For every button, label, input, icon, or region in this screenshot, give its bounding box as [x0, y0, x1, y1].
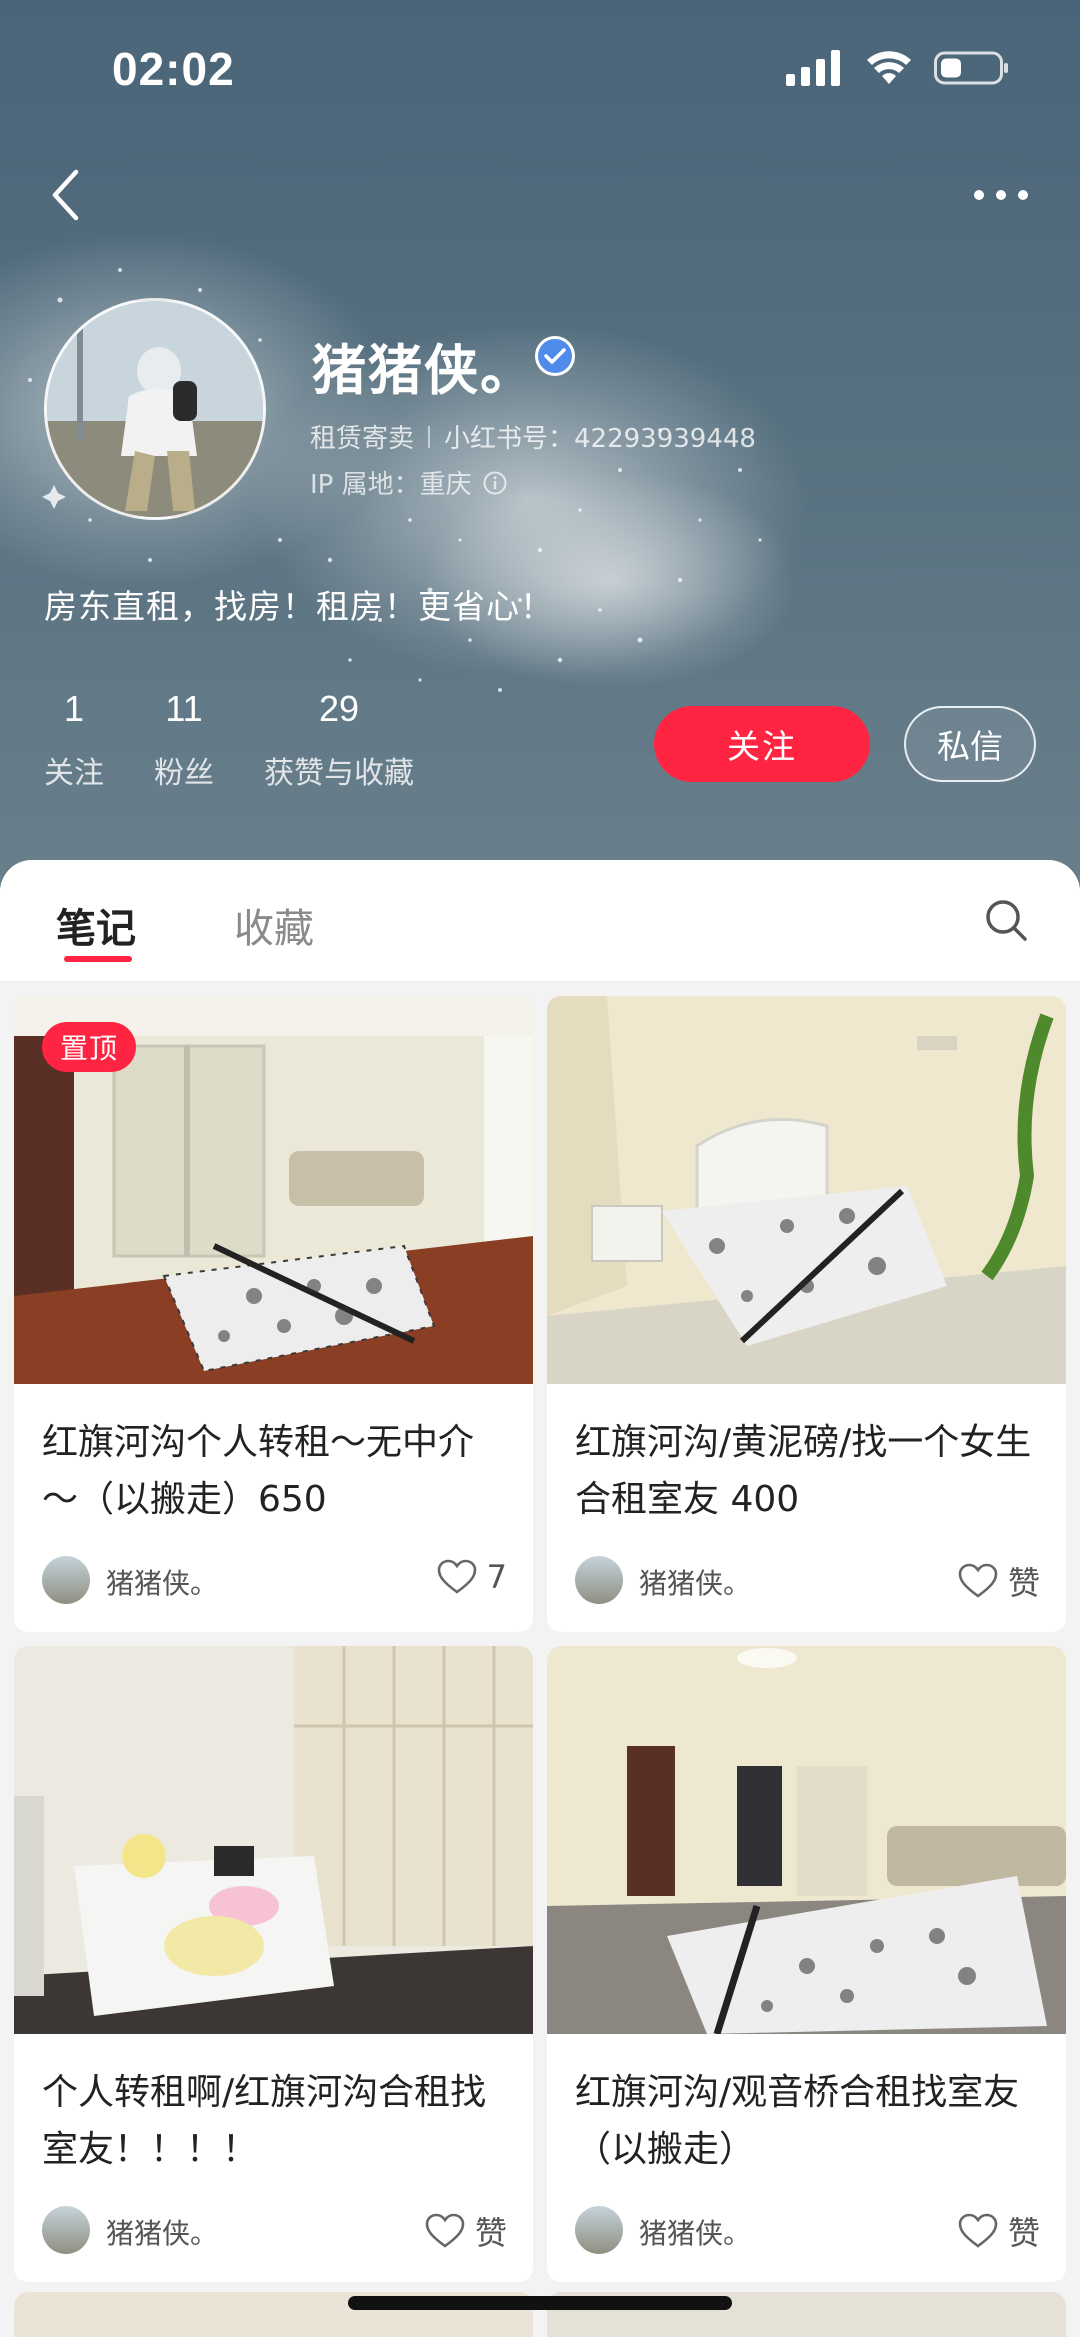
author-avatar[interactable]: [42, 2206, 90, 2254]
note-card[interactable]: 置顶 红旗河沟个人转租～无中介～（以搬走）650 猪猪侠。 7: [14, 996, 533, 1632]
stat-label: 关注: [44, 756, 104, 791]
profile-meta: 租赁寄卖 小红书号：4229393944​8: [310, 418, 756, 455]
note-footer: 猪猪侠。 赞: [547, 1546, 1066, 1632]
verified-badge: [535, 336, 575, 376]
like-button[interactable]: 赞: [958, 2208, 1040, 2254]
note-card[interactable]: 红旗河沟/黄泥磅/找一个女生合租室友 400 猪猪侠。 赞: [547, 996, 1066, 1632]
heart-icon: [958, 1563, 998, 1598]
profile-header: 02:02: [0, 0, 1080, 900]
author-avatar[interactable]: [575, 2206, 623, 2254]
message-button[interactable]: 私信: [904, 706, 1036, 782]
note-title: 红旗河沟/黄泥磅/找一个女生合租室友 400: [575, 1422, 1032, 1520]
note-footer: 猪猪侠。 赞: [547, 2196, 1066, 2282]
note-footer: 猪猪侠。 赞: [14, 2196, 533, 2282]
note-cover-image: [547, 1646, 1066, 2034]
like-button[interactable]: 赞: [425, 2208, 507, 2254]
note-cover-image: 置顶: [14, 996, 533, 1384]
checkmark-icon: [544, 348, 566, 364]
stat-label: 获赞与收藏: [264, 756, 414, 791]
author-name[interactable]: 猪猪侠。: [106, 2212, 218, 2252]
avatar-photo: [47, 301, 263, 517]
note-footer: 猪猪侠。 7: [14, 1546, 533, 1632]
note-card[interactable]: 红旗河沟/观音桥合租找室友（以搬走） 猪猪侠。 赞: [547, 1646, 1066, 2282]
stat-value: 11: [165, 688, 203, 729]
back-button[interactable]: [40, 160, 90, 230]
signal-icon: [786, 50, 840, 86]
profile-red-id[interactable]: 小红书号：4229393944​8: [444, 418, 756, 455]
more-button[interactable]: [966, 170, 1036, 220]
profile-ip-location: IP 属地：重庆: [310, 464, 508, 501]
note-title: 红旗河沟/观音桥合租找室友（以搬走）: [575, 2072, 1020, 2170]
like-count: 赞: [1007, 2214, 1040, 2252]
note-title: 红旗河沟个人转租～无中介～（以搬走）650: [42, 1422, 475, 1520]
stat-value: 29: [318, 688, 360, 729]
info-icon[interactable]: [482, 470, 508, 496]
follow-button[interactable]: 关注: [654, 706, 870, 782]
ip-location-text: IP 属地：重庆: [310, 470, 472, 500]
bedroom-photo: [547, 996, 1066, 1384]
profile-stats: 1 关注 11 粉丝 29 获赞与收藏: [44, 688, 464, 792]
status-bar: 02:02: [0, 0, 1080, 140]
status-time: 02:02: [112, 43, 235, 95]
author-name[interactable]: 猪猪侠。: [639, 1562, 751, 1602]
tab-collections[interactable]: 收藏: [234, 896, 314, 954]
chevron-left-icon: [52, 169, 79, 221]
home-indicator[interactable]: [348, 2296, 732, 2310]
like-button[interactable]: 7: [437, 1558, 507, 1596]
more-dots-icon: [974, 190, 1028, 200]
tab-notes[interactable]: 笔记: [56, 896, 136, 954]
note-cover-image: [14, 1646, 533, 2034]
stat-followers[interactable]: 11 粉丝: [154, 688, 214, 792]
bedroom-photo: [547, 1646, 1066, 2034]
author-avatar[interactable]: [42, 1556, 90, 1604]
stat-following[interactable]: 1 关注: [44, 688, 104, 792]
tab-bar: 笔记 收藏: [0, 860, 1080, 982]
profile-avatar[interactable]: [44, 298, 266, 520]
search-icon[interactable]: [982, 896, 1030, 944]
author-name[interactable]: 猪猪侠。: [639, 2212, 751, 2252]
profile-category: 租赁寄卖: [310, 424, 415, 454]
like-button[interactable]: 赞: [958, 1558, 1040, 1604]
note-title: 个人转租啊/红旗河沟合租找室友！！！！: [42, 2072, 487, 2170]
battery-icon: [934, 51, 1008, 85]
status-icons: [786, 50, 1010, 86]
stat-label: 粉丝: [154, 756, 214, 791]
active-tab-indicator: [64, 956, 132, 962]
pinned-badge: 置顶: [42, 1022, 137, 1072]
heart-icon: [437, 1559, 476, 1594]
profile-bio: 房东直租，找房！租房！更省心！: [44, 587, 554, 626]
bedroom-photo: [14, 1646, 533, 2034]
author-name[interactable]: 猪猪侠。: [106, 1562, 218, 1602]
stat-likes-collects[interactable]: 29 获赞与收藏: [264, 688, 414, 792]
heart-icon: [958, 2213, 998, 2248]
meta-divider: [428, 425, 431, 448]
note-cover-image: [547, 996, 1066, 1384]
notes-panel: 笔记 收藏 置顶 红旗河沟个人转租～无中介～（以搬走）650 猪猪侠。 7 红旗…: [0, 860, 1080, 2337]
like-count: 7: [486, 1558, 507, 1596]
wifi-icon: [867, 51, 911, 84]
author-avatar[interactable]: [575, 1556, 623, 1604]
like-count: 赞: [1007, 1564, 1040, 1602]
note-card[interactable]: 个人转租啊/红旗河沟合租找室友！！！！ 猪猪侠。 赞: [14, 1646, 533, 2282]
profile-name: 猪猪侠。: [312, 339, 536, 402]
like-count: 赞: [474, 2214, 507, 2252]
heart-icon: [425, 2213, 465, 2248]
stat-value: 1: [63, 688, 85, 729]
